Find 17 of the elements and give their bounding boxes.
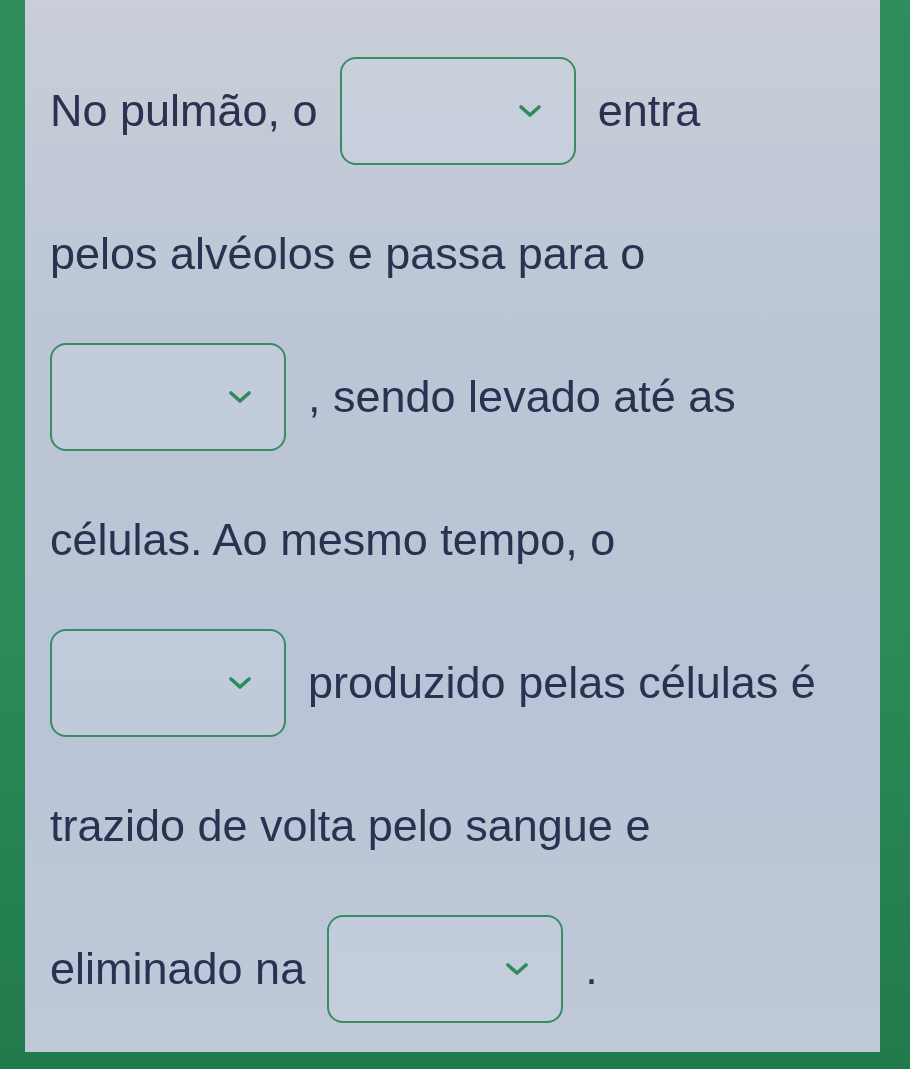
sentence-text: eliminado na [50,943,306,995]
dropdown-field[interactable] [339,57,576,165]
sentence-text: . [585,943,598,995]
sentence-text: produzido pelas células é [308,657,816,709]
chevron-down-icon [517,104,542,118]
sentence-text: pelos alvéolos e passa para o [50,228,646,280]
sentence-text: entra [597,85,701,137]
sentence-text: células. Ao mesmo tempo, o [50,514,616,566]
sentence-text: , sendo levado até as [308,371,736,423]
dropdown-field[interactable] [327,915,564,1023]
sentence-text: trazido de volta pelo sangue e [50,800,651,852]
dropdown-field[interactable] [50,343,286,451]
chevron-down-icon [505,962,530,976]
dropdown-field[interactable] [50,629,286,737]
chevron-down-icon [228,676,252,690]
sentence-text: No pulmão, o [50,85,318,137]
chevron-down-icon [228,390,252,404]
